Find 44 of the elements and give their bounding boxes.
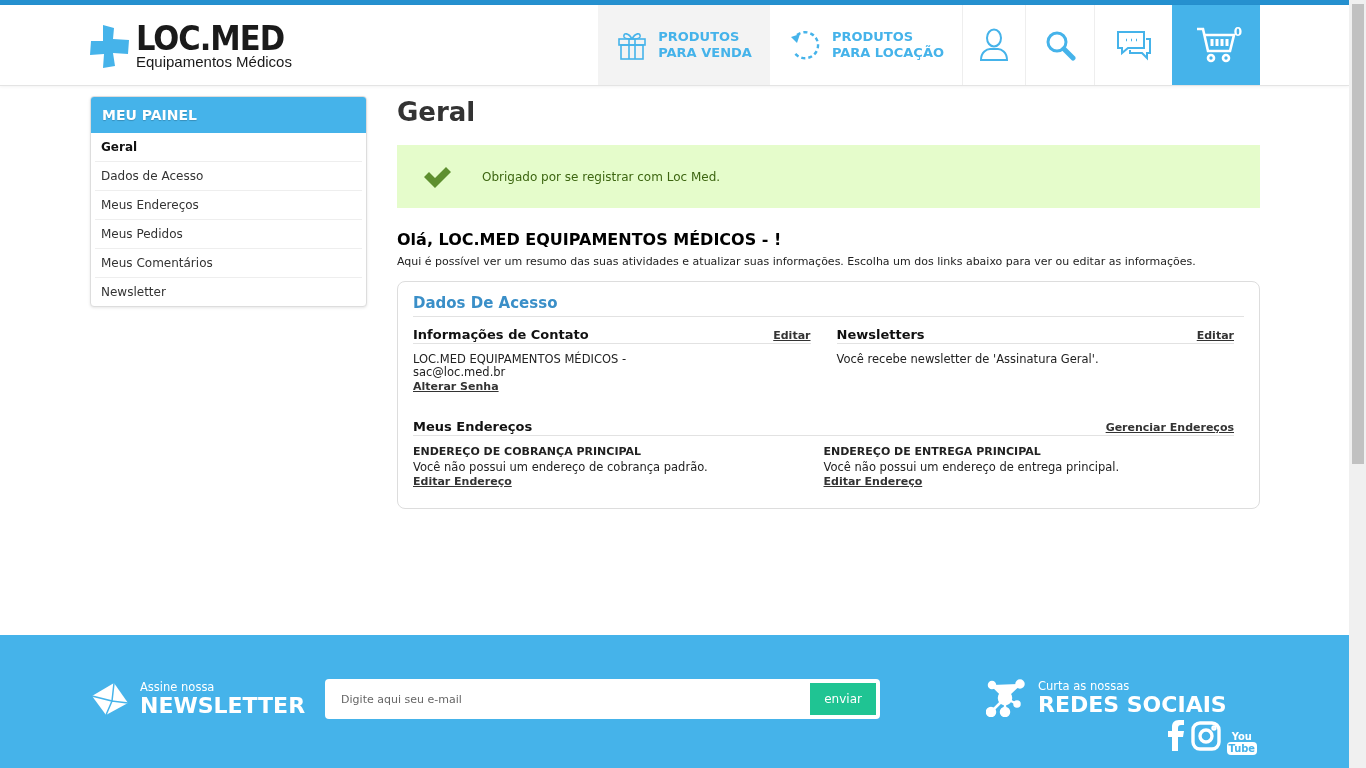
scrollbar[interactable] [1349,0,1366,768]
sidebar-item[interactable]: Geral [95,133,362,162]
sidebar-item[interactable]: Meus Pedidos [95,220,362,249]
user-icon[interactable] [979,28,1009,62]
sidebar-item[interactable]: Newsletter [95,278,362,306]
edit-address-link[interactable]: Editar Endereço [413,475,512,488]
social-caption: Curta as nossas [1038,679,1131,693]
sidebar-item[interactable]: Meus Comentários [95,249,362,278]
address-text: Você não possui um endereço de entrega principal. [823,461,1121,474]
contact-text: LOC.MED EQUIPAMENTOS MÉDICOS - sac@loc.med.br [413,353,628,379]
panel-title: MEU PAINEL [91,97,366,133]
edit-link[interactable]: Editar [773,329,811,342]
chat-icon[interactable] [1114,29,1153,61]
sidebar-item[interactable]: Meus Endereços [95,191,362,220]
instagram-icon[interactable] [1190,721,1221,751]
page-title: Geral [397,96,477,127]
change-password-link[interactable]: Alterar Senha [413,380,499,393]
section-heading: Informações de Contato [413,327,589,342]
address-text: Você não possui um endereço de cobrança padrão. [413,461,709,474]
envelope-icon [90,682,130,716]
intro-text: Aqui é possível ver um resumo das suas atividades e atualizar suas informações. Escolha um dos links abaixo para ver ou editar as informações. [397,255,1197,268]
newsletter-status-text: Você recebe newsletter de 'Assinatura Geral'. [836,353,1100,366]
sidebar-item[interactable]: Dados de Acesso [95,162,362,191]
logo-subtitle: Equipamentos Médicos [136,52,292,70]
address-title: ENDEREÇO DE COBRANÇA PRINCIPAL [413,445,643,458]
edit-link[interactable]: Editar [1196,329,1234,342]
edit-address-link[interactable]: Editar Endereço [823,475,923,488]
card-title: Dados De Acesso [413,294,1244,317]
email-field[interactable]: Digite aqui seu e-mail [325,679,807,719]
newsletter-heading: NEWSLETTER [140,694,306,718]
search-icon[interactable] [1044,29,1076,61]
newsletter-caption: Assine nossa [140,680,216,694]
manage-addresses-link[interactable]: Gerenciar Endereços [1105,421,1234,434]
social-heading: REDES SOCIAIS [1038,693,1227,717]
section-heading: Meus Endereços [413,419,533,434]
greeting-heading: Olá, LOC.MED EQUIPAMENTOS MÉDICOS - ! [397,230,783,249]
checkmark-icon [422,164,452,189]
address-title: ENDEREÇO DE ENTREGA PRINCIPAL [823,445,1042,458]
cart-count: 0 [1233,25,1242,39]
section-heading: Newsletters [836,327,925,342]
logo-title: LOC.MED [136,22,285,53]
cross-logo-icon [90,23,130,69]
network-icon [986,679,1026,717]
message-text: Obrigado por se registrar com Loc Med. [482,169,721,184]
